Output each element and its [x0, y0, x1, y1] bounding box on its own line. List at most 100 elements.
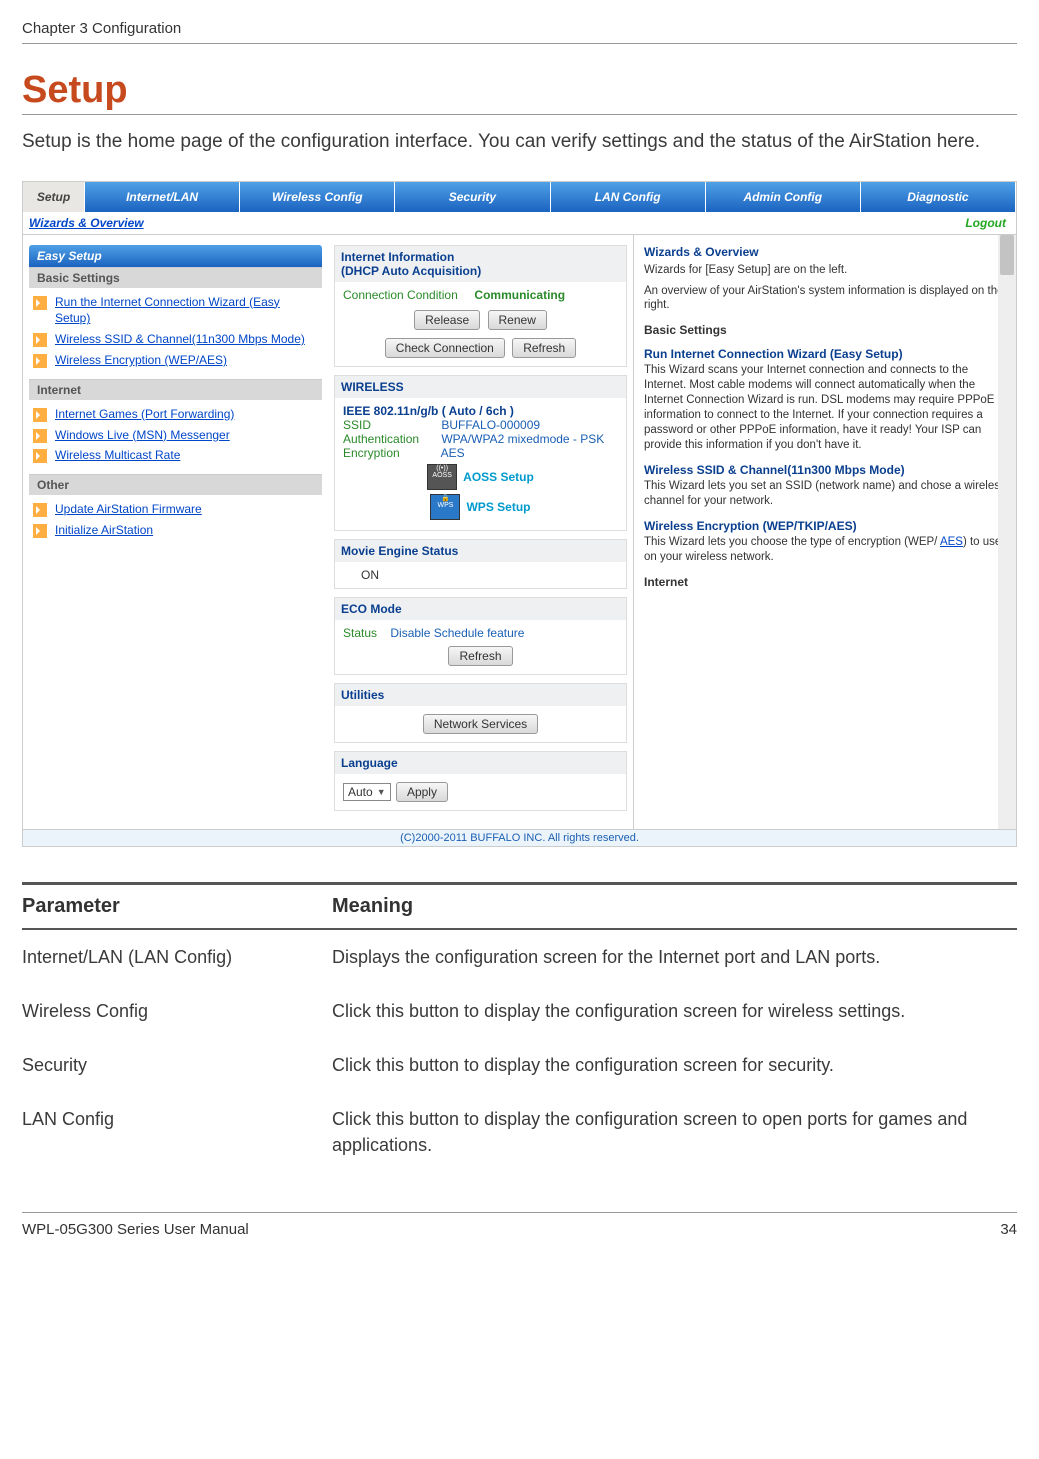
- utilities-title: Utilities: [335, 684, 626, 706]
- col-left: Easy Setup Basic Settings Run the Intern…: [23, 235, 328, 829]
- tab-diagnostic[interactable]: Diagnostic: [861, 182, 1016, 212]
- link-update-firmware[interactable]: Update AirStation Firmware: [55, 501, 202, 518]
- page-title: Setup: [22, 69, 1017, 115]
- wireless-panel: WIRELESS IEEE 802.11n/g/b ( Auto / 6ch )…: [334, 375, 627, 531]
- bullet-icon: [33, 449, 47, 463]
- eco-status-value: Disable Schedule feature: [390, 626, 524, 640]
- wps-icon[interactable]: 🔒WPS: [430, 494, 460, 520]
- param-meaning: Click this button to display the configu…: [332, 1092, 1017, 1172]
- wireless-band: IEEE 802.11n/g/b ( Auto / 6ch ): [343, 404, 618, 418]
- scrollbar[interactable]: [998, 235, 1016, 829]
- ssid-value: BUFFALO-000009: [441, 418, 540, 432]
- tab-admin-config[interactable]: Admin Config: [706, 182, 861, 212]
- language-value: Auto: [348, 785, 373, 799]
- tab-setup[interactable]: Setup: [23, 182, 85, 212]
- refresh-button[interactable]: Refresh: [512, 338, 576, 358]
- tab-internet-lan[interactable]: Internet/LAN: [85, 182, 240, 212]
- sub-bar: Wizards & Overview Logout: [23, 212, 1016, 235]
- internet-list: Internet Games (Port Forwarding) Windows…: [29, 404, 322, 466]
- release-button[interactable]: Release: [414, 310, 480, 330]
- internet-info-title1: Internet Information: [341, 250, 620, 264]
- bullet-icon: [33, 524, 47, 538]
- help-basic-hd: Basic Settings: [644, 323, 1006, 337]
- eco-status-label: Status: [343, 626, 377, 640]
- network-services-button[interactable]: Network Services: [423, 714, 538, 734]
- param-name: Security: [22, 1038, 332, 1092]
- router-ui-screenshot: Setup Internet/LAN Wireless Config Secur…: [22, 181, 1017, 847]
- chevron-down-icon: ▼: [377, 787, 386, 797]
- wizards-overview-link[interactable]: Wizards & Overview: [29, 216, 144, 230]
- col-right: Wizards & Overview Wizards for [Easy Set…: [633, 235, 1016, 829]
- param-meaning: Click this button to display the configu…: [332, 984, 1017, 1038]
- help-title: Wizards & Overview: [644, 245, 1006, 259]
- bullet-icon: [33, 333, 47, 347]
- internet-info-panel: Internet Information (DHCP Auto Acquisit…: [334, 245, 627, 367]
- basic-settings-header: Basic Settings: [29, 267, 322, 288]
- page-header: Chapter 3 Configuration: [22, 20, 1017, 44]
- apply-button[interactable]: Apply: [396, 782, 448, 802]
- eco-refresh-button[interactable]: Refresh: [448, 646, 512, 666]
- param-name: LAN Config: [22, 1092, 332, 1172]
- th-meaning: Meaning: [332, 885, 1017, 929]
- link-msn-messenger[interactable]: Windows Live (MSN) Messenger: [55, 427, 230, 444]
- language-title: Language: [335, 752, 626, 774]
- link-port-forwarding[interactable]: Internet Games (Port Forwarding): [55, 406, 234, 423]
- th-parameter: Parameter: [22, 885, 332, 929]
- table-row: LAN Config Click this button to display …: [22, 1092, 1017, 1172]
- table-row: Wireless Config Click this button to dis…: [22, 984, 1017, 1038]
- param-name: Internet/LAN (LAN Config): [22, 929, 332, 984]
- movie-engine-title: Movie Engine Status: [335, 540, 626, 562]
- body-3col: Easy Setup Basic Settings Run the Intern…: [23, 235, 1016, 829]
- easy-setup-header: Easy Setup: [29, 245, 322, 267]
- bullet-icon: [33, 429, 47, 443]
- aoss-icon[interactable]: ((•))AOSS: [427, 464, 457, 490]
- help-wiz2-hd: Wireless SSID & Channel(11n300 Mbps Mode…: [644, 463, 1006, 477]
- wps-setup-link[interactable]: WPS Setup: [466, 500, 530, 514]
- logout-link[interactable]: Logout: [965, 216, 1006, 230]
- link-run-wizard[interactable]: Run the Internet Connection Wizard (Easy…: [55, 294, 318, 328]
- internet-info-title2: (DHCP Auto Acquisition): [341, 264, 620, 278]
- intro-text: Setup is the home page of the configurat…: [22, 129, 1017, 156]
- eco-mode-panel: ECO Mode Status Disable Schedule feature…: [334, 597, 627, 675]
- footer-left: WPL-05G300 Series User Manual: [22, 1221, 249, 1238]
- utilities-panel: Utilities Network Services: [334, 683, 627, 743]
- auth-value: WPA/WPA2 mixedmode - PSK: [441, 432, 604, 446]
- link-wireless-encryption[interactable]: Wireless Encryption (WEP/AES): [55, 352, 227, 369]
- scrollbar-handle[interactable]: [1000, 235, 1014, 275]
- bullet-icon: [33, 354, 47, 368]
- ssid-label: SSID: [343, 418, 438, 432]
- help-wiz2-tx: This Wizard lets you set an SSID (networ…: [644, 479, 1006, 509]
- enc-label: Encryption: [343, 446, 438, 460]
- bullet-icon: [33, 503, 47, 517]
- link-ssid-channel[interactable]: Wireless SSID & Channel(11n300 Mbps Mode…: [55, 331, 305, 348]
- wireless-title: WIRELESS: [335, 376, 626, 398]
- aes-link[interactable]: AES: [940, 536, 963, 548]
- aoss-setup-link[interactable]: AOSS Setup: [463, 470, 534, 484]
- movie-engine-panel: Movie Engine Status ON: [334, 539, 627, 589]
- help-internet-hd: Internet: [644, 575, 1006, 589]
- auth-label: Authentication: [343, 432, 438, 446]
- eco-mode-title: ECO Mode: [335, 598, 626, 620]
- help-wiz3-tx: This Wizard lets you choose the type of …: [644, 535, 1006, 565]
- language-panel: Language Auto ▼ Apply: [334, 751, 627, 811]
- language-select[interactable]: Auto ▼: [343, 783, 391, 801]
- col-mid: Internet Information (DHCP Auto Acquisit…: [328, 235, 633, 829]
- footer-page-number: 34: [1000, 1221, 1017, 1238]
- nav-tabs: Setup Internet/LAN Wireless Config Secur…: [23, 182, 1016, 212]
- parameter-table: Parameter Meaning Internet/LAN (LAN Conf…: [22, 882, 1017, 1172]
- conn-cond-value: Communicating: [474, 288, 565, 302]
- renew-button[interactable]: Renew: [488, 310, 547, 330]
- tab-lan-config[interactable]: LAN Config: [551, 182, 706, 212]
- check-connection-button[interactable]: Check Connection: [385, 338, 505, 358]
- movie-engine-value: ON: [335, 562, 626, 588]
- conn-cond-label: Connection Condition: [343, 288, 458, 302]
- tab-security[interactable]: Security: [395, 182, 550, 212]
- enc-value: AES: [441, 446, 465, 460]
- page-footer: WPL-05G300 Series User Manual 34: [22, 1212, 1017, 1238]
- link-multicast-rate[interactable]: Wireless Multicast Rate: [55, 447, 180, 464]
- help-wiz1-tx: This Wizard scans your Internet connecti…: [644, 363, 1006, 453]
- other-list: Update AirStation Firmware Initialize Ai…: [29, 499, 322, 541]
- table-row: Security Click this button to display th…: [22, 1038, 1017, 1092]
- link-initialize[interactable]: Initialize AirStation: [55, 522, 153, 539]
- tab-wireless-config[interactable]: Wireless Config: [240, 182, 395, 212]
